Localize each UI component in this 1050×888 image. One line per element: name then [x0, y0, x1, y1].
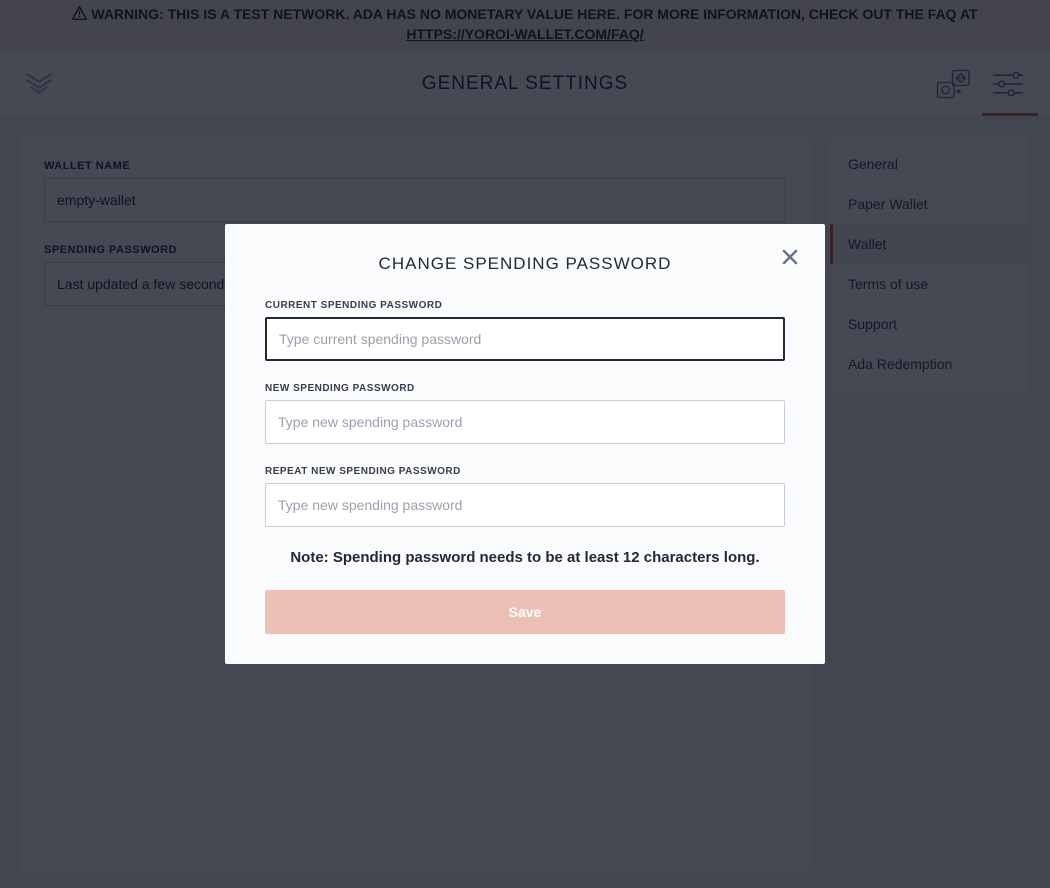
password-length-note: Note: Spending password needs to be at l… [265, 549, 785, 566]
current-password-input[interactable] [265, 317, 785, 361]
change-password-modal: CHANGE SPENDING PASSWORD CURRENT SPENDIN… [225, 224, 825, 664]
new-password-input[interactable] [265, 400, 785, 444]
modal-title: CHANGE SPENDING PASSWORD [265, 254, 785, 274]
repeat-password-input[interactable] [265, 483, 785, 527]
save-button[interactable]: Save [265, 590, 785, 634]
repeat-password-label: REPEAT NEW SPENDING PASSWORD [265, 466, 785, 477]
modal-overlay[interactable]: CHANGE SPENDING PASSWORD CURRENT SPENDIN… [0, 0, 1050, 888]
close-icon[interactable] [779, 246, 801, 268]
new-password-label: NEW SPENDING PASSWORD [265, 383, 785, 394]
current-password-label: CURRENT SPENDING PASSWORD [265, 300, 785, 311]
